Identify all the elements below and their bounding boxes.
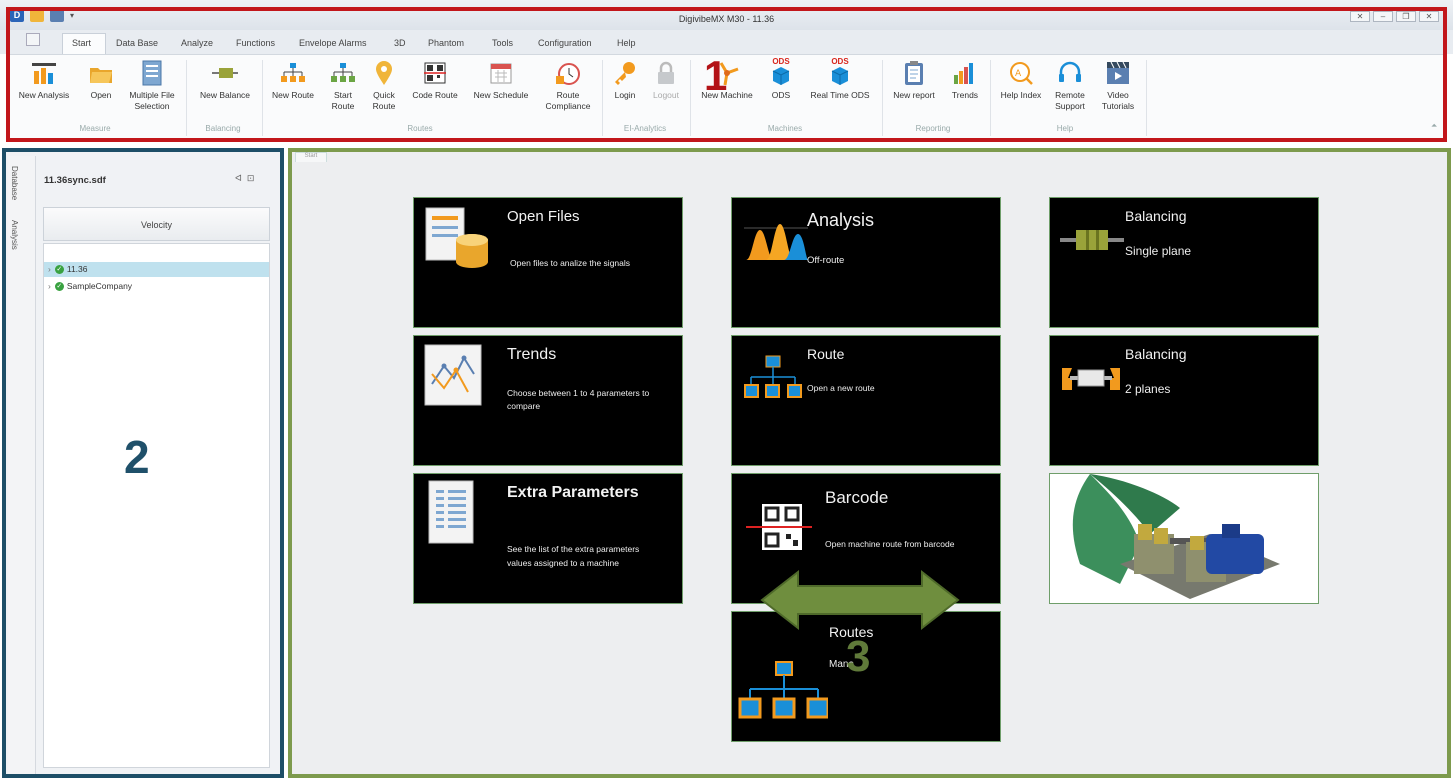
rotor-icon — [1060, 230, 1124, 250]
route-hierarchy-icon — [738, 661, 828, 719]
tile-balancing-two-planes[interactable]: Balancing 2 planes — [1049, 335, 1319, 466]
document-tab-start[interactable]: Start — [295, 152, 327, 162]
tile-extra-parameters[interactable]: Extra Parameters See the list of the ext… — [413, 473, 683, 604]
database-tree — [43, 243, 270, 768]
trend-chart-icon — [424, 344, 482, 406]
annotation-number-3: 3 — [846, 632, 871, 681]
tile-route[interactable]: Route Open a new route — [731, 335, 1001, 466]
panel-pin-icon[interactable]: ᐊ ⊡ — [235, 173, 254, 184]
check-circle-icon: ✓ — [54, 282, 64, 292]
spectrum-icon — [744, 224, 808, 260]
tree-node-11-36[interactable]: › ✓ 11.36 — [44, 262, 269, 277]
tile-analysis[interactable]: Analysis Off-route — [731, 197, 1001, 328]
tile-machine-image[interactable] — [1049, 473, 1319, 604]
machine-3d-image — [1072, 474, 1280, 599]
two-plane-rotor-icon — [1062, 368, 1120, 390]
tile-trends[interactable]: Trends Choose between 1 to 4 parameters … — [413, 335, 683, 466]
tile-balancing-single-plane[interactable]: Balancing Single plane — [1049, 197, 1319, 328]
velocity-header[interactable]: Velocity — [43, 207, 270, 241]
database-name: 11.36sync.sdf — [44, 175, 106, 186]
annotation-number-2: 2 — [124, 431, 150, 483]
vertical-tab-database[interactable]: Database — [10, 166, 19, 200]
tree-node-samplecompany[interactable]: › ✓ SampleCompany — [44, 279, 269, 294]
route-tree-icon — [744, 355, 802, 398]
tile-open-files[interactable]: Open Files Open files to analize the sig… — [413, 197, 683, 328]
annotation-double-arrow — [760, 569, 960, 631]
open-files-icon — [425, 207, 488, 268]
vertical-tab-analysis[interactable]: Analysis — [10, 220, 19, 250]
qr-scan-icon — [746, 504, 812, 550]
check-circle-icon: ✓ — [54, 265, 64, 275]
parameter-list-icon — [428, 480, 474, 544]
annotation-number-1: 1 — [704, 52, 728, 99]
